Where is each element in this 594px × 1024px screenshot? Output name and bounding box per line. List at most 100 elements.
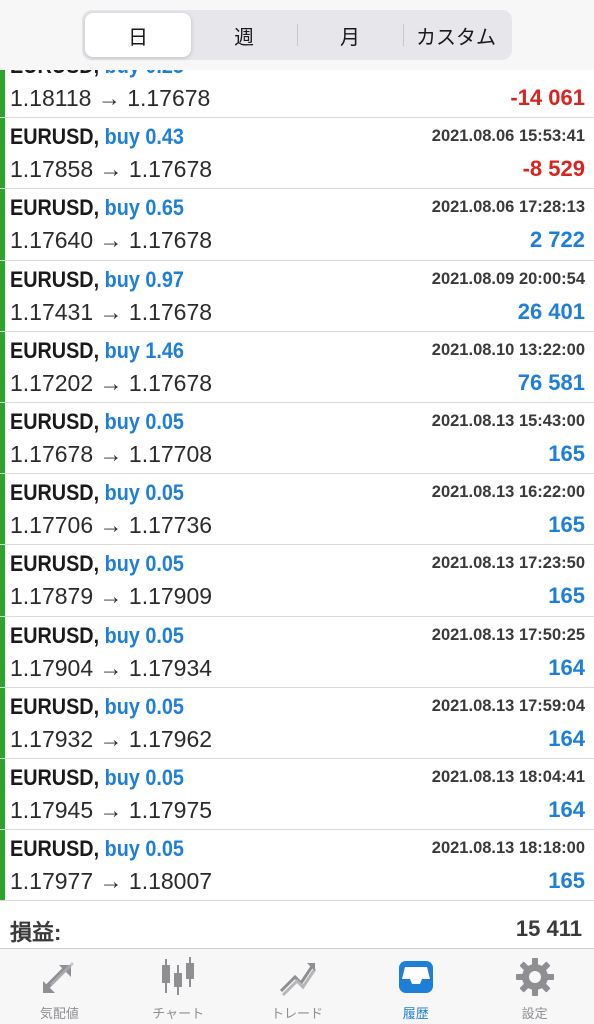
candlestick-chart-icon: [162, 957, 195, 995]
trade-prices: 1.17977 → 1.18007: [10, 868, 213, 895]
trade-prices: 1.17879 → 1.17909: [10, 583, 213, 610]
trade-symbol: EURUSD,: [10, 337, 100, 363]
history-row[interactable]: EURUSD, buy 0.65 2021.08.06 17:28:13 1.176…: [0, 189, 594, 261]
trade-prices: 1.17945 → 1.17975: [10, 796, 213, 823]
trade-time: 2021.08.13 18:04:41: [431, 767, 585, 786]
trade-side-volume: buy 0.05: [104, 693, 184, 719]
trade-title: EURUSD, buy 0.43: [10, 124, 184, 150]
trade-time: 2021.08.09 20:00:54: [431, 269, 585, 288]
trade-prices: 1.17706 → 1.17736: [10, 512, 213, 539]
trade-time: 2021.08.13 17:50:25: [431, 625, 585, 644]
trade-side-volume: buy 0.05: [104, 480, 184, 506]
tab-quotes-label: 気配値: [39, 1006, 79, 1021]
tab-chart[interactable]: チャート: [119, 949, 238, 1024]
trade-time: 2021.08.06 17:28:13: [431, 198, 585, 217]
trade-side-volume: buy 0.65: [104, 195, 184, 221]
tab-trade-label: トレード: [270, 1006, 323, 1021]
profit-summary-label: 損益:: [10, 920, 62, 945]
trade-prices: 1.17678 → 1.17708: [10, 440, 213, 467]
segment-month[interactable]: 月: [297, 13, 403, 57]
trade-prices: 1.18118 → 1.17678: [10, 85, 211, 111]
trade-title: EURUSD, buy 0.05: [10, 836, 184, 862]
trade-symbol: EURUSD,: [10, 551, 100, 577]
period-header: 日 週 月 カスタム: [0, 0, 594, 70]
trade-prices: 1.17431 → 1.17678: [10, 298, 213, 325]
period-segmented-control: 日 週 月 カスタム: [82, 10, 512, 60]
history-row[interactable]: EURUSD, buy 0.05 2021.08.13 17:50:25 1.179…: [0, 616, 594, 688]
trade-prices: 1.17932 → 1.17962: [10, 725, 213, 752]
trade-time: 2021.08.13 18:18:00: [431, 839, 585, 858]
trade-time: 2021.08.13 16:22:00: [431, 483, 585, 502]
trade-profit: 164: [548, 796, 585, 822]
bottom-tab-bar: 気配値 チャート トレード 履歴 設定: [0, 949, 594, 1024]
trade-profit: 165: [548, 868, 585, 894]
trade-profit: 164: [548, 654, 585, 680]
trade-time: 2021.08.13 17:23:50: [431, 554, 585, 573]
history-row[interactable]: EURUSD, buy 0.05 2021.08.13 18:18:00 1.179…: [0, 830, 594, 902]
history-row[interactable]: EURUSD, buy 0.05 2021.08.13 16:22:00 1.177…: [0, 474, 594, 546]
trade-symbol: EURUSD,: [10, 408, 100, 434]
history-row[interactable]: EURUSD, buy 0.97 2021.08.09 20:00:54 1.174…: [0, 260, 594, 332]
trade-symbol: EURUSD,: [10, 124, 100, 150]
tab-history-label: 履歴: [402, 1006, 429, 1021]
trade-title: EURUSD, buy 0.05: [10, 480, 184, 506]
history-row[interactable]: EURUSD, buy 0.05 2021.08.13 18:04:41 1.179…: [0, 758, 594, 831]
trade-profit: -14 061: [510, 85, 585, 110]
segment-custom[interactable]: カスタム: [403, 13, 509, 57]
trade-symbol: EURUSD,: [10, 836, 100, 862]
trade-profit: 164: [548, 725, 585, 751]
trade-time: 2021.08.06 15:53:41: [431, 127, 585, 146]
trade-profit: 165: [548, 583, 585, 609]
history-row[interactable]: EURUSD, buy 1.46 2021.08.10 13:22:00 1.172…: [0, 331, 594, 403]
trade-title: EURUSD, buy 0.65: [10, 195, 184, 221]
history-list[interactable]: EURUSD, buy 0.232021.08.06 11:48:481.181…: [0, 48, 594, 904]
trade-symbol: EURUSD,: [10, 622, 100, 648]
trade-prices: 1.17640 → 1.17678: [10, 227, 213, 254]
tab-chart-label: チャート: [152, 1006, 205, 1021]
trade-prices: 1.17904 → 1.17934: [10, 654, 213, 681]
trade-symbol: EURUSD,: [10, 693, 100, 719]
history-inbox-icon: [398, 961, 433, 993]
trade-profit: 76 581: [517, 369, 585, 395]
trade-title: EURUSD, buy 0.05: [10, 409, 184, 435]
segment-week[interactable]: 週: [191, 13, 297, 57]
segment-day[interactable]: 日: [85, 13, 191, 57]
trade-title: EURUSD, buy 0.05: [10, 623, 184, 649]
trade-title: EURUSD, buy 0.05: [10, 694, 184, 720]
tab-trade[interactable]: トレード: [238, 949, 357, 1024]
tab-quotes[interactable]: 気配値: [0, 949, 119, 1024]
trade-side-volume: buy 0.05: [104, 622, 184, 648]
tab-settings-label: 設定: [521, 1006, 548, 1021]
trade-symbol: EURUSD,: [10, 195, 100, 221]
trade-time: 2021.08.10 13:22:00: [431, 340, 585, 359]
trade-side-volume: buy 0.97: [104, 266, 184, 292]
profit-summary-value: 15 411: [515, 916, 582, 941]
trade-side-volume: buy 0.05: [104, 408, 184, 434]
tab-settings[interactable]: 設定: [475, 949, 594, 1024]
trade-title: EURUSD, buy 0.05: [10, 765, 184, 791]
trade-title: EURUSD, buy 1.46: [10, 338, 184, 364]
trade-symbol: EURUSD,: [10, 266, 100, 292]
trade-side-volume: buy 0.43: [104, 124, 184, 150]
history-row[interactable]: EURUSD, buy 0.43 2021.08.06 15:53:41 1.178…: [0, 118, 594, 190]
trade-symbol: EURUSD,: [10, 480, 100, 506]
tab-history[interactable]: 履歴: [356, 949, 475, 1024]
settings-gear-icon: [515, 958, 554, 996]
trade-profit: -8 529: [522, 156, 585, 182]
trade-symbol: EURUSD,: [10, 764, 100, 790]
trade-title: EURUSD, buy 0.05: [10, 551, 184, 577]
trade-prices: 1.17202 → 1.17678: [10, 369, 213, 396]
history-row[interactable]: EURUSD, buy 0.05 2021.08.13 17:59:04 1.179…: [0, 687, 594, 759]
history-row[interactable]: EURUSD, buy 0.05 2021.08.13 15:43:00 1.176…: [0, 402, 594, 475]
trade-profit: 26 401: [517, 298, 585, 324]
trade-time: 2021.08.13 15:43:00: [431, 411, 585, 430]
quotes-arrows-icon: [43, 961, 75, 993]
trade-title: EURUSD, buy 0.97: [10, 267, 184, 293]
trade-side-volume: buy 0.05: [104, 551, 184, 577]
trade-time: 2021.08.13 17:59:04: [431, 696, 585, 715]
history-row[interactable]: EURUSD, buy 0.05 2021.08.13 17:23:50 1.178…: [0, 545, 594, 617]
profit-summary: 損益: 15 411: [0, 905, 594, 949]
trade-prices: 1.17858 → 1.17678: [10, 156, 213, 183]
trade-profit: 165: [548, 512, 585, 538]
trade-side-volume: buy 1.46: [104, 337, 184, 363]
